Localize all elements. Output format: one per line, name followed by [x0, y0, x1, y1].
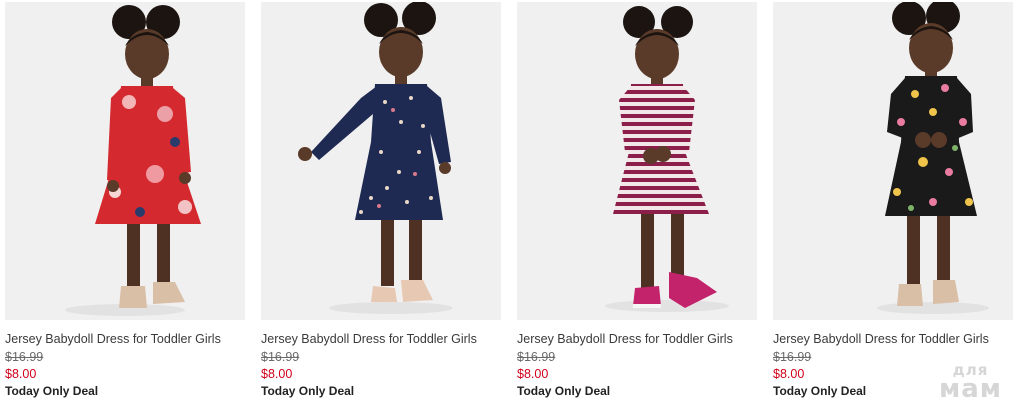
deal-badge: Today Only Deal — [517, 384, 611, 398]
deal-badge: Today Only Deal — [5, 384, 99, 398]
watermark-logo: для мам — [938, 363, 1002, 404]
product-image[interactable] — [773, 2, 1013, 320]
watermark-line2: мам — [938, 374, 1002, 404]
product-card[interactable]: Jersey Babydoll Dress for Toddler Girls … — [261, 2, 501, 399]
product-card[interactable]: Jersey Babydoll Dress for Toddler Girls … — [517, 2, 757, 399]
sale-price: $8.00 — [5, 367, 37, 381]
sale-price: $8.00 — [261, 367, 293, 381]
product-title[interactable]: Jersey Babydoll Dress for Toddler Girls — [5, 332, 245, 347]
product-title[interactable]: Jersey Babydoll Dress for Toddler Girls — [773, 332, 1013, 347]
sale-price: $8.00 — [517, 367, 549, 381]
product-card[interactable]: Jersey Babydoll Dress for Toddler Girls … — [5, 2, 245, 399]
original-price: $16.99 — [261, 350, 300, 364]
deal-badge: Today Only Deal — [261, 384, 355, 398]
product-title[interactable]: Jersey Babydoll Dress for Toddler Girls — [517, 332, 757, 347]
product-grid: Jersey Babydoll Dress for Toddler Girls … — [5, 2, 1013, 399]
product-card[interactable]: Jersey Babydoll Dress for Toddler Girls … — [773, 2, 1013, 399]
product-image[interactable] — [261, 2, 501, 320]
original-price: $16.99 — [5, 350, 44, 364]
product-title[interactable]: Jersey Babydoll Dress for Toddler Girls — [261, 332, 501, 347]
product-image[interactable] — [517, 2, 757, 320]
original-price: $16.99 — [517, 350, 556, 364]
product-image[interactable] — [5, 2, 245, 320]
